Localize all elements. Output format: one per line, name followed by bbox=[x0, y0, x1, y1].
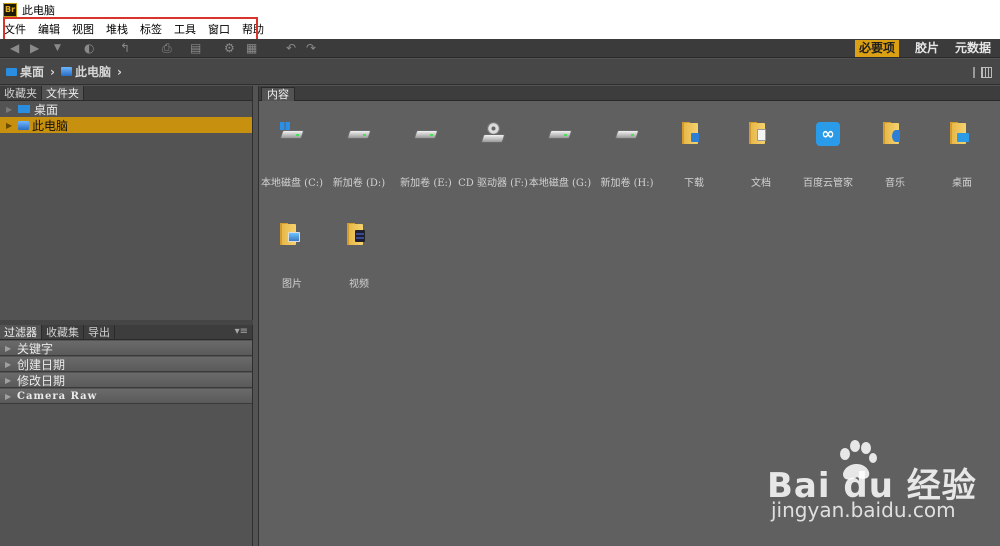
filter-label: 创建日期 bbox=[17, 357, 66, 372]
tab-collections[interactable]: 收藏集 bbox=[42, 325, 84, 339]
camera-icon[interactable]: ⎙ bbox=[162, 41, 172, 55]
chevron-right-icon[interactable]: › bbox=[50, 65, 55, 79]
item-label: 图片 bbox=[282, 279, 302, 290]
workspace-essentials-tab[interactable]: 必要项 bbox=[855, 40, 900, 57]
folders-panel: 收藏夹 文件夹 ▶ 桌面 ▶ 此电脑 bbox=[0, 86, 253, 320]
menu-file[interactable]: 文件 bbox=[4, 21, 26, 37]
tab-content[interactable]: 内容 bbox=[261, 87, 295, 101]
menu-label[interactable]: 标签 bbox=[140, 21, 162, 37]
filter-panel-tabs: 过滤器 收藏集 导出 ▾≡ bbox=[0, 325, 252, 340]
menu-view[interactable]: 视图 bbox=[72, 21, 94, 37]
drive-icon bbox=[614, 122, 640, 146]
item-label: 文档 bbox=[751, 178, 771, 189]
tree-item-desktop[interactable]: ▶ 桌面 bbox=[0, 101, 252, 117]
videos-folder-icon bbox=[347, 223, 371, 247]
tree-item-this-pc[interactable]: ▶ 此电脑 bbox=[0, 117, 252, 133]
content-panel: 内容 本地磁盘 (C:) 新加卷 (D:) 新加卷 (E:) CD 驱动器 (F… bbox=[258, 86, 1000, 546]
tree-item-label: 此电脑 bbox=[32, 118, 69, 133]
item-label: 视频 bbox=[349, 279, 369, 290]
item-label: CD 驱动器 (F:) bbox=[458, 178, 528, 189]
breadcrumb-label: 桌面 bbox=[20, 65, 45, 79]
workspace-filmstrip-tab[interactable]: 胶片 bbox=[911, 40, 943, 57]
expand-triangle-icon[interactable]: ▶ bbox=[5, 360, 13, 369]
open-recent-icon[interactable]: ▦ bbox=[246, 41, 257, 55]
title-bar: Br 此电脑 bbox=[0, 0, 1000, 19]
window-title: 此电脑 bbox=[22, 3, 55, 17]
desktop-icon bbox=[6, 67, 17, 76]
item-label: 本地磁盘 (G:) bbox=[528, 178, 592, 189]
item-label: 百度云管家 bbox=[803, 178, 853, 189]
tab-export[interactable]: 导出 bbox=[84, 325, 115, 339]
item-label: 下载 bbox=[684, 178, 704, 189]
item-label: 音乐 bbox=[885, 178, 905, 189]
item-label: 新加卷 (D:) bbox=[332, 178, 386, 189]
menu-edit[interactable]: 编辑 bbox=[38, 21, 60, 37]
menu-tools[interactable]: 工具 bbox=[174, 21, 196, 37]
drive-icon bbox=[547, 122, 573, 146]
review-mode-icon[interactable]: ▤ bbox=[190, 41, 201, 55]
forward-arrow-icon[interactable]: ▶ bbox=[30, 41, 39, 55]
expand-triangle-icon[interactable]: ▶ bbox=[6, 105, 14, 114]
music-folder-icon bbox=[883, 122, 907, 146]
grid-view-icon[interactable] bbox=[981, 67, 992, 78]
tab-filter[interactable]: 过滤器 bbox=[0, 325, 42, 339]
chevron-right-icon[interactable]: › bbox=[117, 65, 122, 79]
computer-icon bbox=[18, 120, 29, 130]
item-label: 新加卷 (H:) bbox=[600, 178, 654, 189]
documents-folder-icon bbox=[749, 122, 773, 146]
tree-item-label: 桌面 bbox=[34, 102, 59, 117]
history-dropdown-icon[interactable]: ▼ bbox=[54, 41, 61, 55]
filter-date-modified[interactable]: ▶ 修改日期 bbox=[0, 373, 252, 388]
panel-menu-icon[interactable]: ▾≡ bbox=[235, 326, 248, 337]
menu-bar: 文件 编辑 视图 堆栈 标签 工具 窗口 帮助 bbox=[0, 19, 1000, 39]
filter-keywords[interactable]: ▶ 关键字 bbox=[0, 341, 252, 356]
desktop-folder-icon bbox=[950, 122, 974, 146]
get-photos-icon[interactable]: ↰ bbox=[120, 41, 130, 55]
pictures-folder-icon bbox=[280, 223, 304, 247]
baidu-cloud-icon: ∞ bbox=[816, 122, 840, 146]
refine-icon[interactable]: ⚙ bbox=[224, 41, 235, 55]
rotate-right-icon[interactable]: ↷ bbox=[306, 41, 316, 55]
breadcrumb-label: 此电脑 bbox=[74, 65, 111, 79]
menu-help[interactable]: 帮助 bbox=[242, 21, 264, 37]
toolbar: ◀ ▶ ▼ ◐ ↰ ⎙ ▤ ⚙ ▦ ↶ ↷ 必要项 胶片 元数据 bbox=[0, 39, 1000, 58]
item-label: 新加卷 (E:) bbox=[400, 178, 452, 189]
filter-label: 关键字 bbox=[17, 341, 54, 356]
expand-triangle-icon[interactable]: ▶ bbox=[5, 344, 13, 353]
breadcrumb-this-pc[interactable]: 此电脑 bbox=[60, 63, 111, 80]
boomerang-icon[interactable]: ◐ bbox=[84, 41, 94, 55]
workspace-metadata-tab[interactable]: 元数据 bbox=[951, 40, 995, 57]
downloads-folder-icon bbox=[682, 122, 706, 146]
item-label: 桌面 bbox=[952, 178, 972, 189]
cd-drive-icon bbox=[480, 122, 506, 146]
menu-window[interactable]: 窗口 bbox=[208, 21, 230, 37]
folders-panel-tabs: 收藏夹 文件夹 bbox=[0, 86, 252, 101]
tab-folders[interactable]: 文件夹 bbox=[42, 86, 84, 100]
expand-triangle-icon[interactable]: ▶ bbox=[5, 376, 13, 385]
menu-stack[interactable]: 堆栈 bbox=[106, 21, 128, 37]
back-arrow-icon[interactable]: ◀ bbox=[10, 41, 19, 55]
expand-triangle-icon[interactable]: ▶ bbox=[5, 391, 13, 401]
content-tabs: 内容 bbox=[259, 86, 1000, 101]
computer-icon bbox=[60, 67, 72, 76]
filter-camera-raw[interactable]: ▶ Camera Raw bbox=[0, 389, 252, 404]
rotate-left-icon[interactable]: ↶ bbox=[286, 41, 296, 55]
expand-triangle-icon[interactable]: ▶ bbox=[6, 121, 14, 130]
bridge-app-icon: Br bbox=[3, 2, 17, 17]
filter-label: 修改日期 bbox=[17, 373, 66, 388]
filter-date-created[interactable]: ▶ 创建日期 bbox=[0, 357, 252, 372]
path-bar-controls bbox=[973, 67, 992, 78]
filter-panel: 过滤器 收藏集 导出 ▾≡ ▶ 关键字 ▶ 创建日期 ▶ 修改日期 ▶ Came… bbox=[0, 325, 253, 546]
drive-icon bbox=[413, 122, 439, 146]
breadcrumb-desktop[interactable]: 桌面 bbox=[6, 63, 44, 80]
drive-icon bbox=[346, 122, 372, 146]
item-label: 本地磁盘 (C:) bbox=[260, 178, 323, 189]
tab-favorites[interactable]: 收藏夹 bbox=[0, 86, 42, 100]
desktop-icon bbox=[18, 105, 30, 113]
filter-label: Camera Raw bbox=[17, 390, 98, 402]
divider bbox=[973, 67, 975, 78]
system-drive-icon bbox=[279, 122, 305, 146]
breadcrumb: 桌面 › 此电脑 › bbox=[0, 59, 1000, 85]
